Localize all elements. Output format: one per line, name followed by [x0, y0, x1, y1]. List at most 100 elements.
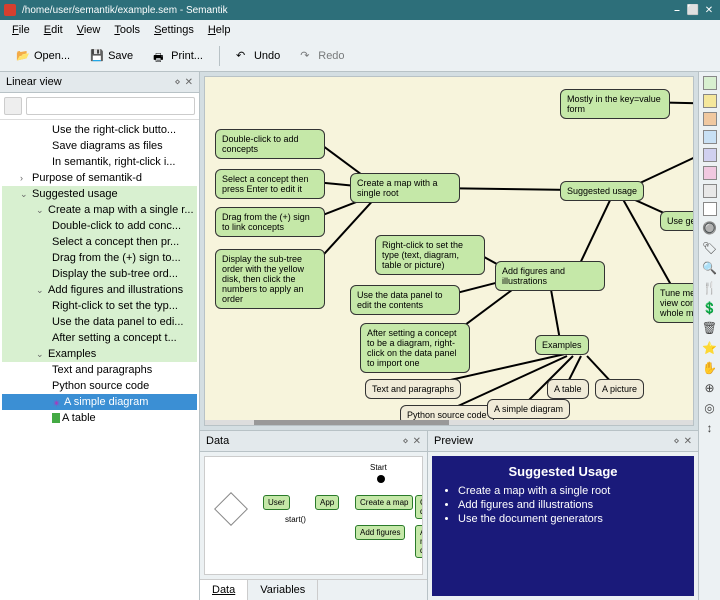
menu-help[interactable]: Help: [202, 22, 237, 38]
tree-item[interactable]: ✴A simple diagram: [2, 394, 197, 410]
minimize-button[interactable]: ⎯: [670, 3, 684, 17]
panel-menu-icon[interactable]: ⋄: [402, 436, 408, 447]
redo-button[interactable]: ↷Redo: [292, 45, 352, 67]
tool-icon[interactable]: 🗑: [702, 320, 718, 336]
tree-item[interactable]: ⌄Create a map with a single r...: [2, 202, 197, 218]
diagram-node[interactable]: Create a map: [355, 495, 413, 510]
preview-content: Suggested Usage Create a map with a sing…: [432, 456, 694, 596]
concept-node[interactable]: Mostly in the key=value form: [560, 89, 670, 119]
panel-close-icon[interactable]: ✕: [185, 77, 193, 88]
color-swatch[interactable]: [703, 184, 717, 198]
color-swatch[interactable]: [703, 148, 717, 162]
color-swatch[interactable]: [703, 76, 717, 90]
concept-node[interactable]: Select a concept then press Enter to edi…: [215, 169, 325, 199]
tree-item[interactable]: Text and paragraphs: [2, 362, 197, 378]
print-button[interactable]: 🖶Print...: [145, 45, 211, 67]
diagram-node[interactable]: Generate documents: [415, 495, 423, 519]
concept-node[interactable]: Add figures and illustrations: [495, 261, 605, 291]
color-swatch[interactable]: [703, 166, 717, 180]
tree-item[interactable]: Use the right-click butto...: [2, 122, 197, 138]
tool-icon[interactable]: ⊕: [702, 380, 718, 396]
tool-icon[interactable]: 🔍: [702, 260, 718, 276]
concept-node[interactable]: After setting a concept to be a diagram,…: [360, 323, 470, 373]
titlebar: /home/user/semantik/example.sem - Semant…: [0, 0, 720, 20]
color-swatch[interactable]: [703, 112, 717, 126]
concept-node[interactable]: Use gene: [660, 211, 694, 231]
panel-menu-icon[interactable]: ⋄: [673, 436, 679, 447]
tree-item[interactable]: Right-click to set the typ...: [2, 298, 197, 314]
horizontal-scrollbar[interactable]: [254, 420, 449, 425]
panel-menu-icon[interactable]: ⋄: [174, 77, 180, 88]
menu-tools[interactable]: Tools: [108, 22, 146, 38]
concept-node[interactable]: Text and paragraphs: [365, 379, 461, 399]
concept-node[interactable]: Tune meta-da variables view concept or f…: [653, 283, 694, 323]
tree-item[interactable]: Use the data panel to edi...: [2, 314, 197, 330]
tree-item[interactable]: Double-click to add conc...: [2, 218, 197, 234]
maximize-button[interactable]: ⬜: [686, 3, 700, 17]
concept-node[interactable]: Drag from the (+) sign to link concepts: [215, 207, 325, 237]
tree-item[interactable]: Display the sub-tree ord...: [2, 266, 197, 282]
concept-node[interactable]: Suggested usage: [560, 181, 644, 201]
tree-item[interactable]: Save diagrams as files: [2, 138, 197, 154]
menu-settings[interactable]: Settings: [148, 22, 200, 38]
close-button[interactable]: ✕: [702, 3, 716, 17]
menu-file[interactable]: File: [6, 22, 36, 38]
tree-view[interactable]: Use the right-click butto...Save diagram…: [0, 120, 199, 600]
menu-view[interactable]: View: [71, 22, 107, 38]
folder-icon: 📂: [16, 49, 30, 63]
filter-input[interactable]: [26, 97, 195, 115]
diagram-canvas[interactable]: StartEndUserAppCreate a mapGenerate docu…: [204, 456, 423, 575]
tree-item[interactable]: ⌄Suggested usage: [2, 186, 197, 202]
tree-item[interactable]: Python source code: [2, 378, 197, 394]
panel-close-icon[interactable]: ✕: [684, 436, 692, 447]
concept-node[interactable]: A simple diagram: [487, 399, 570, 419]
tree-item[interactable]: In semantik, right-click i...: [2, 154, 197, 170]
tool-icon[interactable]: 💲: [702, 300, 718, 316]
linear-view-title: Linear view: [6, 76, 62, 88]
diagram-node[interactable]: Add figures: [355, 525, 405, 540]
diagram-node[interactable]: Add meta-data: [415, 525, 423, 558]
mindmap-canvas[interactable]: Mostly in the key=value formSemantik man…: [204, 76, 694, 426]
tree-item[interactable]: ⌄Add figures and illustrations: [2, 282, 197, 298]
tree-item[interactable]: ›Purpose of semantik-d: [2, 170, 197, 186]
color-swatch[interactable]: [703, 94, 717, 108]
concept-node[interactable]: Double-click to add concepts: [215, 129, 325, 159]
menu-edit[interactable]: Edit: [38, 22, 69, 38]
redo-icon: ↷: [300, 49, 314, 63]
diagram-node[interactable]: App: [315, 495, 339, 510]
tool-icon[interactable]: ◎: [702, 400, 718, 416]
tool-icon[interactable]: 🍴: [702, 280, 718, 296]
color-swatch[interactable]: [703, 202, 717, 216]
save-icon: 💾: [90, 49, 104, 63]
tool-icon[interactable]: 🏷: [702, 240, 718, 256]
concept-node[interactable]: Create a map with a single root: [350, 173, 460, 203]
concept-node[interactable]: Examples: [535, 335, 589, 355]
undo-button[interactable]: ↶Undo: [228, 45, 288, 67]
preview-panel: Preview ⋄✕ Suggested Usage Create a map …: [428, 431, 698, 600]
tab-data[interactable]: Data: [200, 580, 248, 600]
save-button[interactable]: 💾Save: [82, 45, 141, 67]
concept-node[interactable]: Display the sub-tree order with the yell…: [215, 249, 325, 309]
color-swatch[interactable]: [703, 130, 717, 144]
open-button[interactable]: 📂Open...: [8, 45, 78, 67]
panel-close-icon[interactable]: ✕: [413, 436, 421, 447]
tool-icon[interactable]: 🔘: [702, 220, 718, 236]
tab-variables[interactable]: Variables: [248, 580, 318, 600]
tool-icon[interactable]: ✋: [702, 360, 718, 376]
concept-node[interactable]: Right-click to set the type (text, diagr…: [375, 235, 485, 275]
tool-icon[interactable]: ⭐: [702, 340, 718, 356]
tool-icon[interactable]: ↕: [702, 420, 718, 436]
concept-node[interactable]: Use the data panel to edit the contents: [350, 285, 460, 315]
print-icon: 🖶: [153, 49, 167, 63]
filter-icon[interactable]: [4, 97, 22, 115]
concept-node[interactable]: A table: [547, 379, 589, 399]
diagram-node[interactable]: User: [263, 495, 290, 510]
tree-item[interactable]: Drag from the (+) sign to...: [2, 250, 197, 266]
tree-item[interactable]: ⌄Examples: [2, 346, 197, 362]
undo-icon: ↶: [236, 49, 250, 63]
concept-node[interactable]: A picture: [595, 379, 644, 399]
tree-item[interactable]: After setting a concept t...: [2, 330, 197, 346]
tree-item[interactable]: Select a concept then pr...: [2, 234, 197, 250]
toolbar: 📂Open... 💾Save 🖶Print... ↶Undo ↷Redo: [0, 40, 720, 72]
tree-item[interactable]: A table: [2, 410, 197, 426]
